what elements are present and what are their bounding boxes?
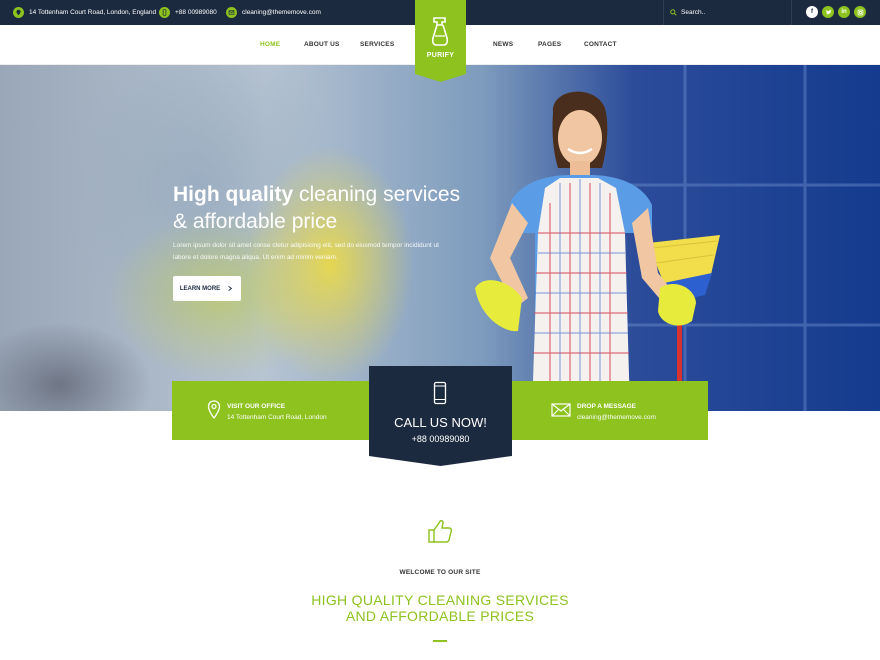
divider — [791, 0, 792, 25]
smartphone-icon — [433, 381, 447, 405]
nav-item-services[interactable]: SERVICES — [360, 41, 394, 48]
logo-badge — [415, 0, 466, 82]
search-icon — [670, 9, 677, 16]
phone-text: +88 00989080 — [175, 9, 217, 16]
call-us-number[interactable]: +88 00989080 — [369, 434, 512, 444]
social-links: f in — [806, 6, 866, 18]
envelope-icon — [551, 403, 571, 417]
title-underline — [433, 640, 447, 642]
hero-banner: High quality cleaning services & afforda… — [0, 65, 880, 411]
mail-icon — [226, 7, 237, 18]
site-logo[interactable]: PURIFY — [415, 0, 466, 82]
welcome-title: HIGH QUALITY CLEANING SERVICES AND AFFOR… — [0, 592, 880, 624]
location-icon — [13, 7, 24, 18]
logo-text: PURIFY — [426, 52, 455, 59]
chevron-right-icon — [228, 286, 233, 291]
search-box — [664, 0, 790, 25]
nav-item-about-us[interactable]: ABOUT US — [304, 41, 340, 48]
office-label: VISIT OUR OFFICE — [227, 403, 286, 410]
nav-item-contact[interactable]: CONTACT — [584, 41, 617, 48]
instagram-icon[interactable] — [854, 6, 866, 18]
welcome-title-line-2: AND AFFORDABLE PRICES — [345, 608, 535, 624]
address-info: 14 Tottenham Court Road, London, England — [13, 6, 156, 19]
welcome-title-line-1: HIGH QUALITY CLEANING SERVICES — [311, 592, 569, 608]
learn-more-button[interactable]: LEARN MORE — [173, 276, 241, 301]
call-us-title: CALL US NOW! — [394, 415, 487, 430]
facebook-icon[interactable]: f — [806, 6, 818, 18]
office-box: VISIT OUR OFFICE 14 Tottenham Court Road… — [172, 381, 370, 440]
map-pin-icon — [207, 400, 221, 420]
cleaning-lady-image — [475, 91, 720, 411]
message-box: DROP A MESSAGE cleaning@thememove.com — [511, 381, 708, 440]
office-address: 14 Tottenham Court Road, London — [227, 414, 327, 421]
welcome-subtitle: WELCOME TO OUR SITE — [399, 569, 481, 576]
message-email[interactable]: cleaning@thememove.com — [577, 414, 656, 421]
thumbs-up-icon — [428, 520, 453, 543]
phone-info: +88 00989080 — [159, 6, 217, 19]
learn-more-label: LEARN MORE — [179, 285, 221, 292]
nav-item-pages[interactable]: PAGES — [538, 41, 561, 48]
message-label: DROP A MESSAGE — [577, 403, 636, 410]
linkedin-icon[interactable]: in — [838, 6, 850, 18]
hero-title-bold: High quality — [173, 183, 294, 206]
email-text[interactable]: cleaning@thememove.com — [242, 9, 321, 16]
nav-item-home[interactable]: HOME — [260, 41, 280, 48]
search-input[interactable] — [681, 9, 781, 16]
mobile-icon — [159, 7, 170, 18]
nav-item-news[interactable]: NEWS — [493, 41, 513, 48]
hero-description: Lorem ipsum dolor sit amet conse ctetur … — [173, 242, 439, 261]
address-text: 14 Tottenham Court Road, London, England — [29, 9, 157, 16]
email-info: cleaning@thememove.com — [226, 6, 321, 19]
hero-title: High quality cleaning services & afforda… — [173, 181, 473, 235]
twitter-icon[interactable] — [822, 6, 834, 18]
